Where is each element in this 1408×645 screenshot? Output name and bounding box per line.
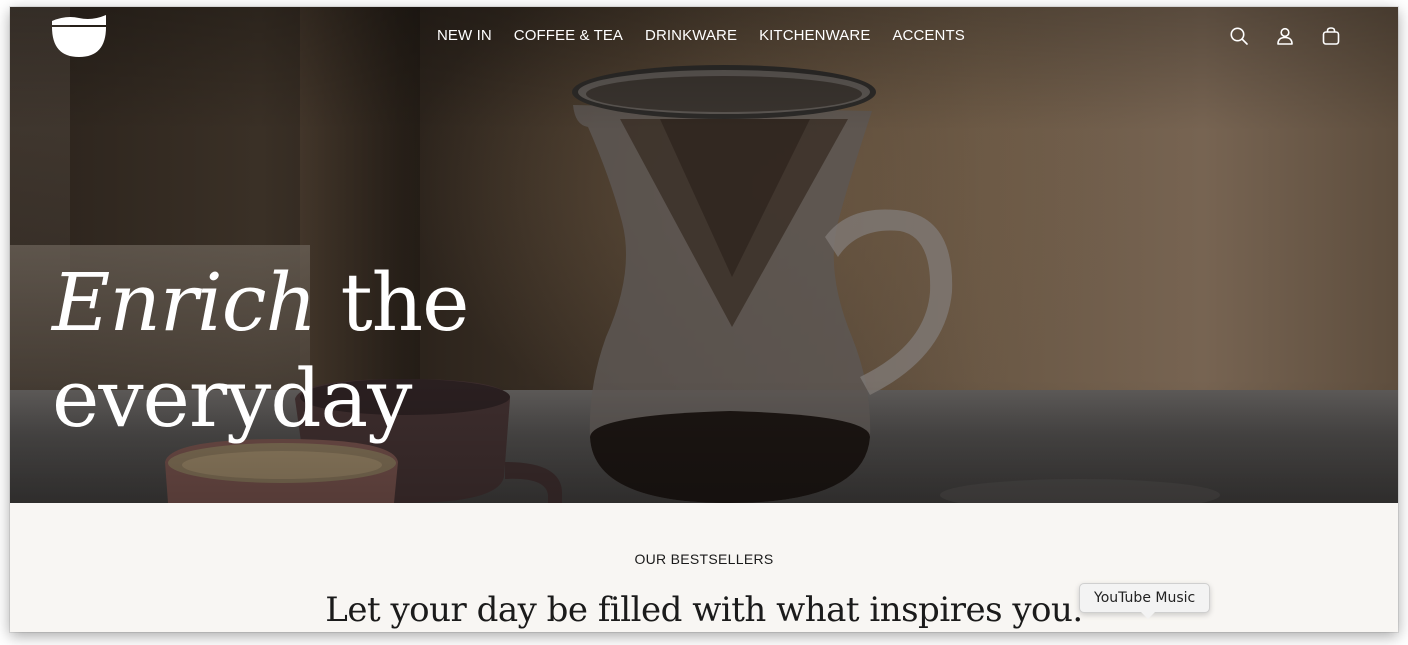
tooltip-arrow [1141,612,1155,619]
hero-banner: NEW IN COFFEE & TEA DRINKWARE KITCHENWAR… [10,7,1398,503]
nav-icon-group [1228,25,1342,47]
brand-logo[interactable] [50,13,108,59]
main-nav: NEW IN COFFEE & TEA DRINKWARE KITCHENWAR… [437,25,987,47]
account-icon[interactable] [1274,25,1296,47]
hero-headline-italic: Enrich [52,256,317,349]
cart-icon[interactable] [1320,25,1342,47]
hero-headline-line2: everyday [52,352,412,445]
nav-link-drinkware[interactable]: DRINKWARE [645,25,737,47]
nav-link-kitchenware[interactable]: KITCHENWARE [759,25,870,47]
bestsellers-eyebrow: OUR BESTSELLERS [634,551,774,567]
nav-link-coffee-tea[interactable]: COFFEE & TEA [514,25,623,47]
hero-headline: Enrich the everyday [52,255,470,447]
youtube-music-tooltip: YouTube Music [1079,583,1211,613]
browser-window: NEW IN COFFEE & TEA DRINKWARE KITCHENWAR… [10,7,1398,632]
nav-link-accents[interactable]: ACCENTS [892,25,964,47]
search-icon[interactable] [1228,25,1250,47]
nav-link-new-in[interactable]: NEW IN [437,25,492,47]
hero-headline-rest: the [316,256,470,349]
